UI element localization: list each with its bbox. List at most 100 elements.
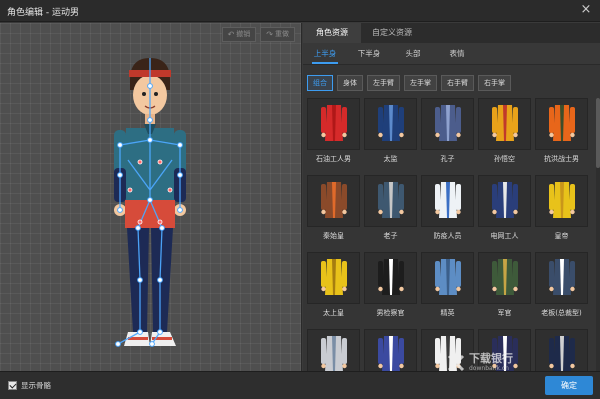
costume-thumbnail[interactable] xyxy=(421,175,474,227)
redo-label: 重做 xyxy=(275,30,289,38)
tab-upper-body[interactable]: 上半身 xyxy=(303,43,347,64)
costume-item[interactable]: 秦始皇 xyxy=(307,175,360,248)
costume-thumbnail[interactable] xyxy=(307,175,360,227)
costume-item[interactable]: 孔子 xyxy=(421,98,474,171)
costume-item[interactable]: 电网工人 xyxy=(478,175,531,248)
costume-thumbnail[interactable] xyxy=(535,175,588,227)
title-bar: 角色编辑 - 运动男 × xyxy=(0,0,600,22)
costume-thumbnail[interactable] xyxy=(478,175,531,227)
costume-thumbnail[interactable] xyxy=(535,329,588,371)
filter-left-hand[interactable]: 左手掌 xyxy=(404,75,437,91)
costume-label: 男检察官 xyxy=(376,309,405,317)
costume-icon xyxy=(377,182,404,218)
costume-label: 石油工人男 xyxy=(316,155,351,163)
costume-label: 太监 xyxy=(383,155,398,163)
costume-item[interactable]: 男检察官 xyxy=(364,252,417,325)
tab-custom-resources[interactable]: 自定义资源 xyxy=(361,23,423,43)
costume-icon xyxy=(434,259,461,295)
costume-thumbnail[interactable] xyxy=(364,175,417,227)
costume-thumbnail[interactable] xyxy=(364,329,417,371)
top-tabs: 角色资源 自定义资源 xyxy=(303,23,600,43)
undo-button[interactable]: ↶ 撤销 xyxy=(221,27,257,42)
filter-body[interactable]: 身体 xyxy=(337,75,363,91)
costume-label: 军官 xyxy=(497,309,512,317)
costume-item[interactable]: 皇帝 xyxy=(535,175,588,248)
redo-button[interactable]: ↷ 重做 xyxy=(260,27,295,42)
tab-expression[interactable]: 表情 xyxy=(435,43,479,64)
costume-label: 防疫人员 xyxy=(433,232,462,240)
costume-label: 抗洪战士男 xyxy=(544,155,579,163)
costume-item[interactable]: 石油工人男 xyxy=(307,98,360,171)
costume-icon xyxy=(491,105,518,141)
costume-thumbnail[interactable] xyxy=(307,329,360,371)
costume-thumbnail[interactable] xyxy=(364,252,417,304)
grid-scrollbar[interactable] xyxy=(596,98,600,371)
resource-panel: 角色资源 自定义资源 上半身 下半身 头部 表情 组合 身体 左手臂 左手掌 右… xyxy=(303,23,600,371)
costume-thumbnail[interactable] xyxy=(478,98,531,150)
costume-thumbnail[interactable] xyxy=(364,98,417,150)
costume-item[interactable]: 孙悟空 xyxy=(478,98,531,171)
costume-label: 太上皇 xyxy=(323,309,344,317)
costume-label: 电网工人 xyxy=(490,232,519,240)
tab-head[interactable]: 头部 xyxy=(391,43,435,64)
costume-icon xyxy=(320,336,347,371)
costume-item[interactable] xyxy=(307,329,360,371)
costume-thumbnail[interactable] xyxy=(478,252,531,304)
tab-character-resources[interactable]: 角色资源 xyxy=(303,23,361,43)
costume-icon xyxy=(434,105,461,141)
costume-thumbnail[interactable] xyxy=(421,98,474,150)
filter-right-hand[interactable]: 右手掌 xyxy=(478,75,511,91)
costume-thumbnail[interactable] xyxy=(535,98,588,150)
costume-label: 精英 xyxy=(440,309,455,317)
costume-icon xyxy=(548,336,575,371)
costume-icon xyxy=(491,182,518,218)
costume-label: 孙悟空 xyxy=(494,155,515,163)
costume-thumbnail[interactable] xyxy=(535,252,588,304)
costume-label: 孔子 xyxy=(440,155,455,163)
redo-icon: ↷ xyxy=(266,30,273,39)
costume-thumbnail[interactable] xyxy=(307,98,360,150)
scrollbar-thumb[interactable] xyxy=(596,98,600,168)
costume-item[interactable]: 太监 xyxy=(364,98,417,171)
costume-icon xyxy=(320,259,347,295)
tab-lower-body[interactable]: 下半身 xyxy=(347,43,391,64)
costume-icon xyxy=(491,259,518,295)
costume-icon xyxy=(377,105,404,141)
costume-icon xyxy=(377,336,404,371)
confirm-button[interactable]: 确定 xyxy=(545,376,593,395)
filter-right-arm[interactable]: 右手臂 xyxy=(441,75,474,91)
costume-item[interactable]: 防疫人员 xyxy=(421,175,474,248)
filter-combo[interactable]: 组合 xyxy=(307,75,333,91)
costume-icon xyxy=(548,182,575,218)
costume-thumbnail[interactable] xyxy=(421,252,474,304)
watermark-text: 下载银行 xyxy=(469,352,513,365)
costume-label: 皇帝 xyxy=(554,232,569,240)
costume-item[interactable]: 军官 xyxy=(478,252,531,325)
costume-thumbnail[interactable] xyxy=(307,252,360,304)
costume-icon xyxy=(320,182,347,218)
character-figure[interactable] xyxy=(100,50,200,355)
costume-item[interactable]: 太上皇 xyxy=(307,252,360,325)
shirt-shape xyxy=(125,200,175,228)
show-bones-checkbox[interactable] xyxy=(8,381,17,390)
watermark-logo-icon xyxy=(447,354,465,371)
costume-grid: 石油工人男 太监 孔子 孙悟空 抗洪战士男秦始皇 老子 防疫人员 电网工人 皇帝太上皇 男检察官 精… xyxy=(307,98,594,371)
character-canvas[interactable]: ↶ 撤销 ↷ 重做 xyxy=(0,23,302,371)
costume-item[interactable] xyxy=(535,329,588,371)
close-icon[interactable]: × xyxy=(579,3,593,17)
costume-icon xyxy=(548,259,575,295)
show-bones-toggle[interactable]: 显示骨骼 xyxy=(8,380,51,391)
show-bones-label: 显示骨骼 xyxy=(21,381,51,390)
costume-item[interactable] xyxy=(364,329,417,371)
costume-icon xyxy=(320,105,347,141)
costume-label: 秦始皇 xyxy=(323,232,344,240)
costume-label: 老子 xyxy=(383,232,398,240)
costume-item[interactable]: 老子 xyxy=(364,175,417,248)
costume-item[interactable]: 精英 xyxy=(421,252,474,325)
filter-left-arm[interactable]: 左手臂 xyxy=(367,75,400,91)
costume-item[interactable]: 老板(总裁型) xyxy=(535,252,588,325)
bottom-bar: 显示骨骼 确定 xyxy=(0,371,600,399)
costume-label: 老板(总裁型) xyxy=(541,309,582,317)
costume-icon xyxy=(377,259,404,295)
costume-item[interactable]: 抗洪战士男 xyxy=(535,98,588,171)
